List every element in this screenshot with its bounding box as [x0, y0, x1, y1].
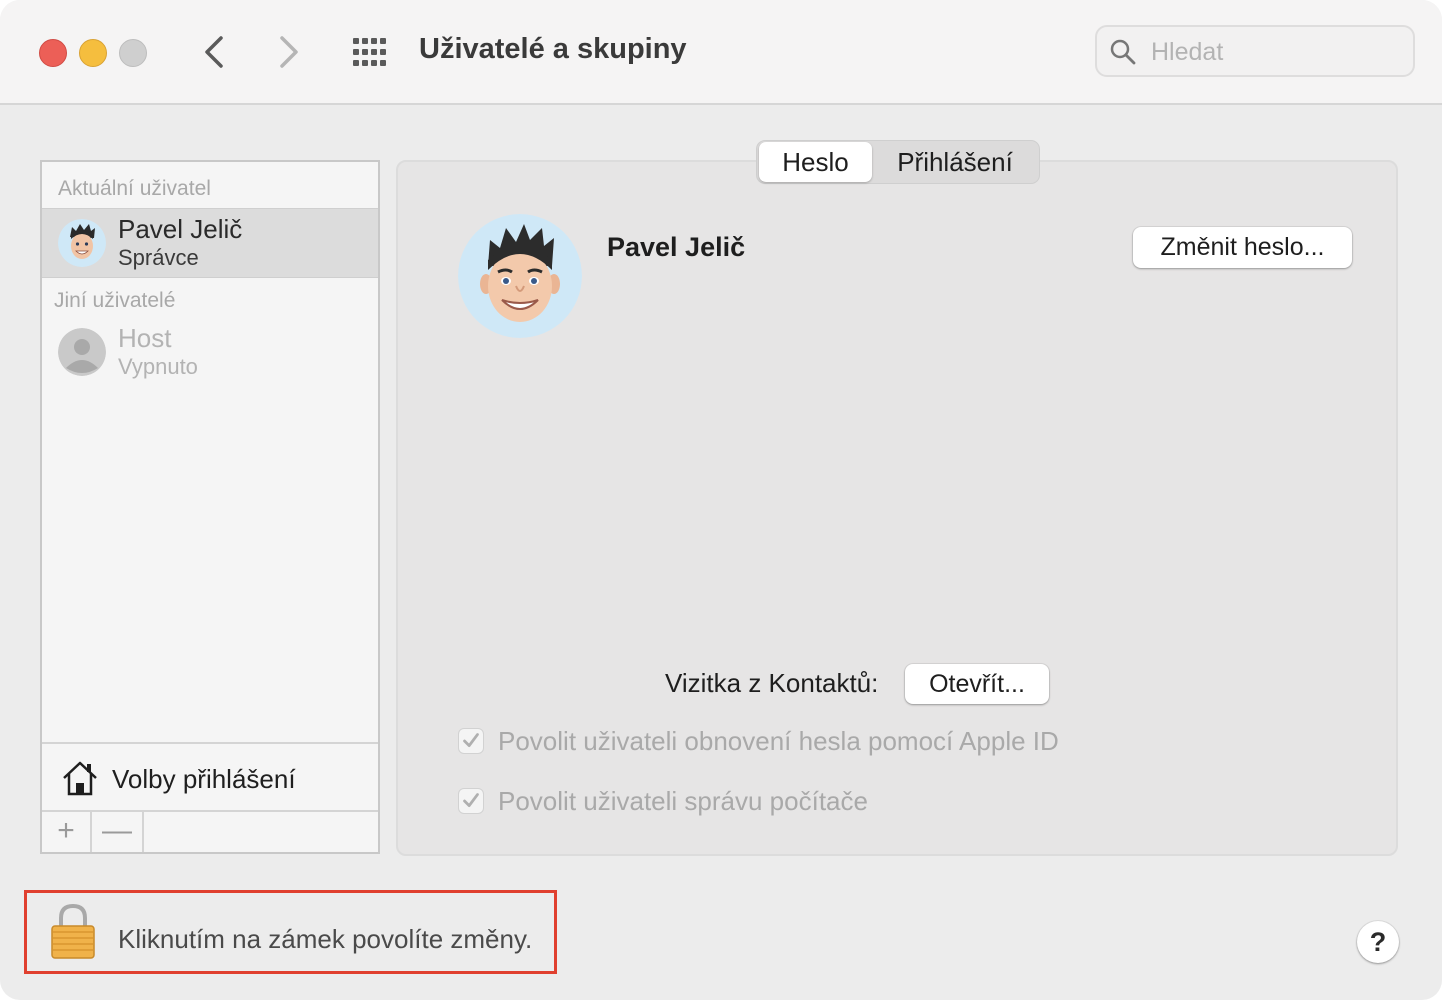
user-list: Aktuální uživatel Pavel Jelič Správce Ji…	[40, 160, 380, 854]
user-full-name: Pavel Jelič	[607, 232, 746, 262]
contact-card-label: Vizitka z Kontaktů:	[665, 668, 879, 698]
user-role: Správce	[118, 245, 199, 270]
change-password-button[interactable]: Změnit heslo...	[1133, 227, 1352, 268]
tab-segmented-control: Heslo Přihlášení	[756, 140, 1040, 184]
lock-message: Kliknutím na zámek povolíte změny.	[118, 924, 533, 954]
search-icon	[1110, 39, 1136, 65]
search-field[interactable]	[1095, 25, 1415, 77]
login-options-label: Volby přihlášení	[112, 764, 296, 794]
user-role: Vypnuto	[118, 354, 198, 379]
window-title: Uživatelé a skupiny	[419, 33, 687, 65]
tab-login-items[interactable]: Přihlášení	[875, 142, 1035, 182]
toolbar: Uživatelé a skupiny	[0, 0, 1442, 105]
forward-chevron-icon[interactable]	[268, 30, 308, 74]
avatar-memoji	[58, 219, 106, 267]
user-name: Host	[118, 323, 172, 353]
login-options-item[interactable]: Volby přihlášení	[42, 742, 378, 812]
list-toolbar: + —	[42, 812, 378, 852]
home-icon	[63, 761, 97, 796]
checkmark-icon	[463, 793, 479, 807]
grid-icon[interactable]	[351, 37, 391, 67]
user-row-current[interactable]: Pavel Jelič Správce	[42, 208, 378, 278]
checkbox[interactable]	[458, 788, 484, 814]
system-preferences-window: Uživatelé a skupiny Aktuální uživatel Pa…	[0, 0, 1442, 1000]
user-row-guest[interactable]: Host Vypnuto	[42, 322, 378, 390]
search-input[interactable]	[1149, 27, 1403, 77]
user-name: Pavel Jelič	[118, 214, 243, 244]
add-user-button[interactable]: +	[42, 812, 92, 852]
section-label-current: Aktuální uživatel	[58, 177, 211, 200]
section-label-other: Jiní uživatelé	[54, 289, 176, 312]
minimize-window-button[interactable]	[79, 39, 107, 67]
guest-avatar-icon	[58, 328, 106, 376]
back-chevron-icon[interactable]	[195, 30, 235, 74]
remove-user-button[interactable]: —	[92, 812, 144, 852]
lock-icon[interactable]	[48, 902, 98, 960]
avatar-memoji[interactable]	[458, 214, 582, 338]
zoom-window-button[interactable]	[119, 39, 147, 67]
checkmark-icon	[463, 733, 479, 747]
checkbox-label: Povolit uživateli obnovení hesla pomocí …	[498, 726, 1059, 756]
help-button[interactable]: ?	[1357, 921, 1399, 963]
close-window-button[interactable]	[39, 39, 67, 67]
checkbox-label: Povolit uživateli správu počítače	[498, 786, 868, 816]
checkbox[interactable]	[458, 728, 484, 754]
open-contact-button[interactable]: Otevřít...	[905, 664, 1049, 704]
tab-password[interactable]: Heslo	[759, 142, 872, 182]
